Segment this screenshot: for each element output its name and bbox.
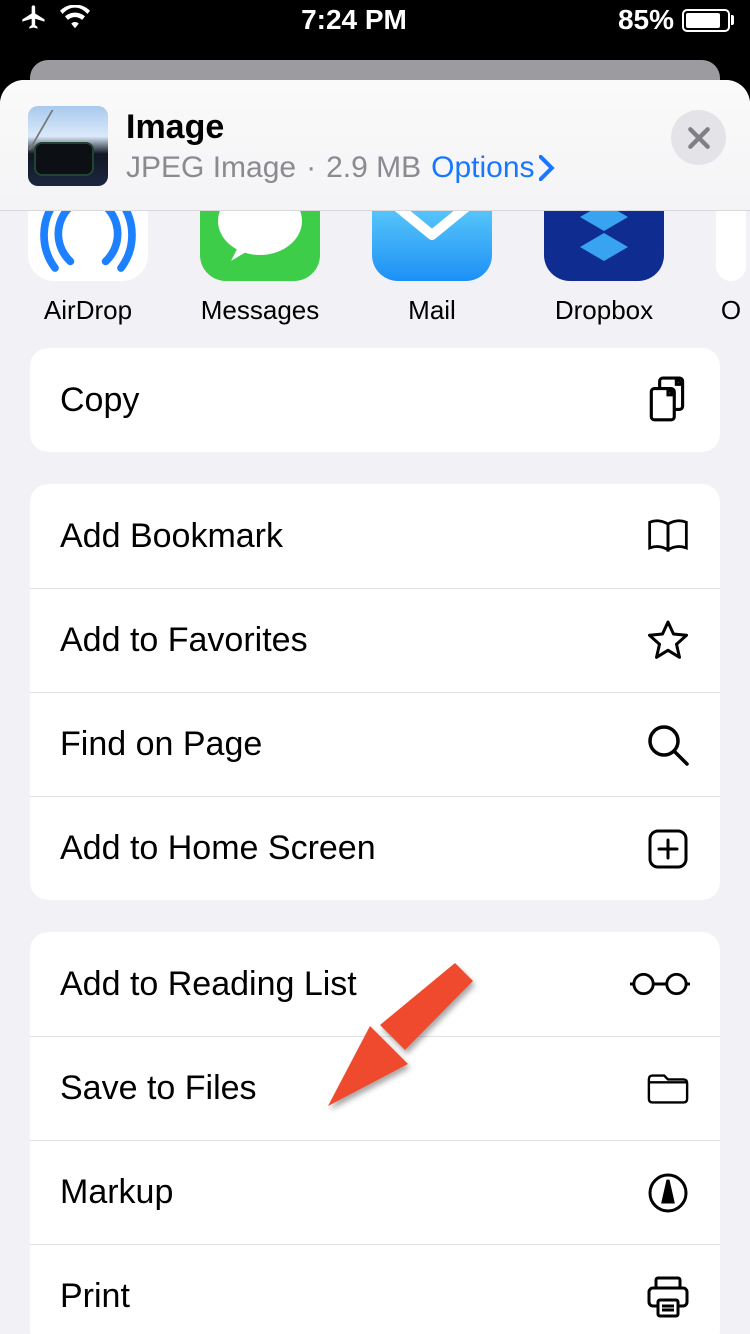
close-button[interactable]	[671, 110, 726, 165]
app-mail[interactable]: Mail	[372, 211, 492, 326]
action-markup[interactable]: Markup	[30, 1140, 720, 1244]
search-icon	[646, 723, 690, 767]
action-label: Add to Home Screen	[60, 829, 376, 868]
action-label: Save to Files	[60, 1069, 257, 1108]
app-label: Dropbox	[555, 295, 653, 326]
action-label: Markup	[60, 1173, 173, 1212]
action-print[interactable]: Print	[30, 1244, 720, 1334]
app-partial-icon	[716, 211, 746, 281]
app-airdrop[interactable]: AirDrop	[28, 211, 148, 326]
app-label: Mail	[408, 295, 456, 326]
share-options-link[interactable]: Options	[431, 151, 554, 185]
app-label: O	[721, 295, 741, 326]
battery-icon	[682, 9, 730, 32]
close-icon	[686, 125, 712, 151]
action-label: Add to Favorites	[60, 621, 308, 660]
battery-percent: 85%	[618, 4, 674, 36]
glasses-icon	[630, 970, 690, 998]
copy-icon	[646, 376, 690, 424]
airdrop-icon	[28, 211, 148, 281]
share-header: Image JPEG Image · 2.9 MB Options	[0, 80, 750, 211]
star-icon	[646, 619, 690, 663]
action-add-bookmark[interactable]: Add Bookmark	[30, 484, 720, 588]
action-add-reading-list[interactable]: Add to Reading List	[30, 932, 720, 1036]
action-label: Add Bookmark	[60, 517, 283, 556]
plus-square-icon	[646, 828, 690, 870]
status-time: 7:24 PM	[301, 4, 407, 36]
markup-icon	[646, 1172, 690, 1214]
share-filetype: JPEG Image	[126, 151, 296, 185]
dropbox-icon	[544, 211, 664, 281]
action-find-on-page[interactable]: Find on Page	[30, 692, 720, 796]
app-next-partial[interactable]: O	[716, 211, 746, 326]
app-label: AirDrop	[44, 295, 132, 326]
action-label: Copy	[60, 381, 139, 420]
status-bar: 7:24 PM 85%	[0, 0, 750, 40]
printer-icon	[646, 1276, 690, 1318]
action-label: Find on Page	[60, 725, 262, 764]
app-dropbox[interactable]: Dropbox	[544, 211, 664, 326]
action-save-to-files[interactable]: Save to Files	[30, 1036, 720, 1140]
action-add-home-screen[interactable]: Add to Home Screen	[30, 796, 720, 900]
share-title: Image	[126, 108, 555, 147]
share-filesize: 2.9 MB	[326, 151, 421, 185]
messages-icon	[200, 211, 320, 281]
share-thumbnail	[28, 106, 108, 186]
action-add-favorites[interactable]: Add to Favorites	[30, 588, 720, 692]
mail-icon	[372, 211, 492, 281]
app-messages[interactable]: Messages	[200, 211, 320, 326]
action-copy[interactable]: Copy	[30, 348, 720, 452]
book-icon	[646, 516, 690, 556]
action-label: Print	[60, 1277, 130, 1316]
app-share-row[interactable]: AirDrop Messages Mail Dropbox O	[0, 211, 750, 348]
airplane-mode-icon	[20, 3, 48, 38]
folder-icon	[646, 1071, 690, 1107]
app-label: Messages	[201, 295, 320, 326]
wifi-icon	[60, 4, 90, 36]
share-sheet: Image JPEG Image · 2.9 MB Options AirDro…	[0, 80, 750, 1334]
action-label: Add to Reading List	[60, 965, 357, 1004]
